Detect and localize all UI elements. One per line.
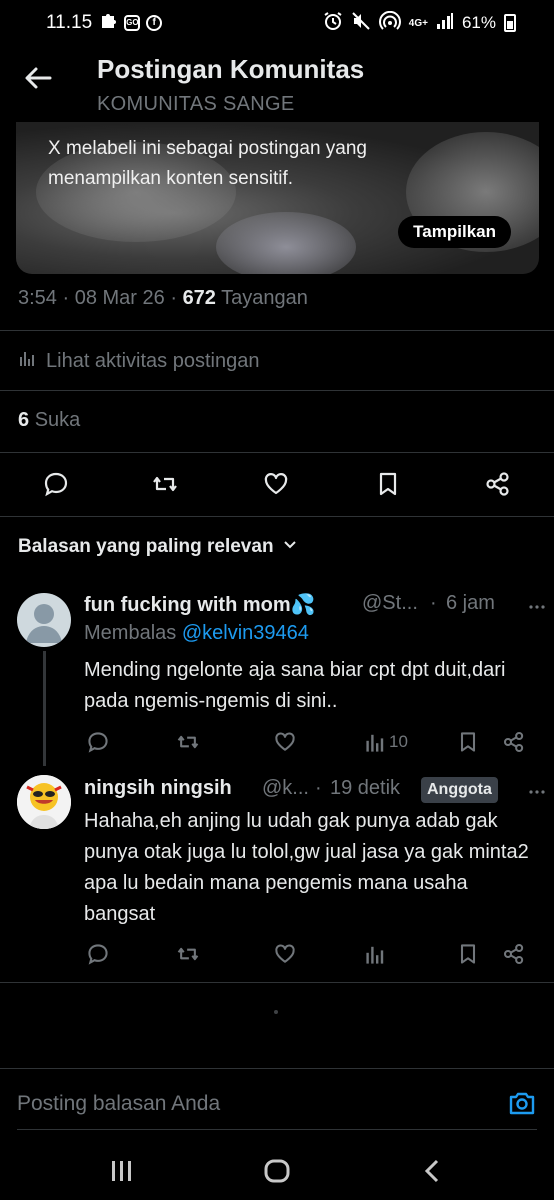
reply-icon[interactable]	[86, 942, 110, 966]
status-time: 11.15	[46, 12, 93, 33]
replying-to-label: Membalas	[84, 622, 177, 644]
battery-icon	[504, 14, 516, 32]
back-nav-icon[interactable]	[418, 1156, 448, 1186]
views-count: 672	[182, 287, 216, 309]
network-type: 4G+	[408, 17, 428, 29]
reply-icon[interactable]	[42, 470, 70, 498]
share-icon[interactable]	[502, 942, 526, 966]
repost-icon[interactable]	[176, 730, 200, 754]
divider	[0, 330, 554, 331]
reply-time: 6 jam	[446, 592, 495, 614]
sensitive-warning-text: X melabeli ini sebagai postingan yang me…	[48, 138, 367, 189]
divider	[0, 390, 554, 391]
reply-time: 19 detik	[330, 777, 401, 799]
views-icon[interactable]	[364, 942, 388, 966]
show-sensitive-button[interactable]: Tampilkan	[398, 216, 511, 248]
sensitive-media-card[interactable]: X melabeli ini sebagai postingan yang me…	[16, 122, 539, 274]
recent-apps-icon[interactable]	[107, 1156, 137, 1186]
reply-composer[interactable]: Posting balasan Anda	[0, 1072, 554, 1130]
avatar[interactable]	[17, 593, 71, 647]
divider	[0, 516, 554, 517]
post-time: 3:54	[18, 287, 57, 309]
replies-sort-selector[interactable]: Balasan yang paling relevan	[18, 536, 298, 558]
likes-label: Suka	[34, 409, 81, 431]
views-icon[interactable]	[364, 730, 388, 754]
post-meta: 3:54 · 08 Mar 26 · 672 Tayangan	[18, 287, 308, 309]
loading-indicator	[274, 1010, 278, 1014]
blurred-media-region	[216, 212, 356, 274]
like-icon[interactable]	[273, 942, 297, 966]
share-icon[interactable]	[484, 470, 512, 498]
reply-text: Hahaha,eh anjing lu udah gak punya adab …	[84, 810, 529, 925]
like-icon[interactable]	[262, 470, 290, 498]
back-arrow-icon[interactable]	[22, 62, 54, 94]
repost-icon[interactable]	[176, 942, 200, 966]
page-title: Postingan Komunitas	[97, 54, 365, 84]
replying-to: Membalas @kelvin39464	[84, 622, 309, 645]
post-action-bar	[0, 466, 554, 502]
community-name[interactable]: KOMUNITAS SANGE	[97, 93, 295, 116]
bookmark-icon[interactable]	[456, 730, 480, 754]
puzzle-icon	[98, 10, 118, 36]
camera-icon[interactable]	[508, 1090, 536, 1116]
alarm-icon	[323, 11, 343, 36]
hotspot-icon	[378, 10, 401, 36]
analytics-icon	[18, 348, 38, 374]
reply-author-handle[interactable]: @St...	[362, 592, 418, 615]
reply-input-placeholder[interactable]: Posting balasan Anda	[17, 1092, 220, 1116]
avatar[interactable]	[17, 775, 71, 829]
divider	[0, 1068, 554, 1069]
divider	[0, 982, 554, 983]
replying-to-handle[interactable]: @kelvin39464	[182, 622, 309, 644]
views-label: Tayangan	[221, 287, 308, 309]
composer-underline	[17, 1129, 537, 1130]
like-icon[interactable]	[273, 730, 297, 754]
top-header: Postingan Komunitas KOMUNITAS SANGE	[0, 46, 554, 120]
view-activity-link[interactable]: Lihat aktivitas postingan	[18, 348, 259, 374]
signal-icon	[436, 12, 454, 35]
bookmark-icon[interactable]	[374, 470, 402, 498]
reply-author-handle[interactable]: @k...	[262, 777, 309, 800]
status-bar: 11.15 GO f 4G+ 61%	[0, 0, 554, 46]
thread-connector	[43, 651, 46, 766]
chevron-down-icon	[282, 536, 298, 558]
go-app-icon: GO	[124, 15, 141, 31]
member-badge: Anggota	[421, 777, 498, 803]
more-icon[interactable]	[528, 783, 546, 806]
likes-summary[interactable]: 6 Suka	[18, 409, 80, 432]
reply-text: Mending ngelonte aja sana biar cpt dpt d…	[84, 659, 506, 712]
reply-author-name[interactable]: ningsih ningsih	[84, 777, 232, 800]
repost-icon[interactable]	[151, 470, 179, 498]
replies-sort-label: Balasan yang paling relevan	[18, 536, 274, 557]
battery-percent: 61%	[461, 13, 496, 32]
view-activity-label: Lihat aktivitas postingan	[46, 349, 260, 372]
bookmark-icon[interactable]	[456, 942, 480, 966]
reply-dot: ·	[315, 777, 322, 799]
reply-views-count: 10	[389, 732, 408, 751]
more-icon[interactable]	[528, 598, 546, 621]
home-icon[interactable]	[262, 1156, 292, 1186]
likes-count: 6	[18, 409, 30, 431]
reply-author-name[interactable]: fun fucking with mom💦	[84, 592, 316, 617]
reply-icon[interactable]	[86, 730, 110, 754]
mute-icon	[351, 11, 371, 36]
reply-dot: ·	[430, 592, 437, 614]
share-icon[interactable]	[502, 730, 526, 754]
post-date: 08 Mar 26	[74, 287, 165, 309]
facebook-icon: f	[146, 15, 163, 31]
divider	[0, 452, 554, 453]
system-nav-bar	[0, 1140, 554, 1200]
